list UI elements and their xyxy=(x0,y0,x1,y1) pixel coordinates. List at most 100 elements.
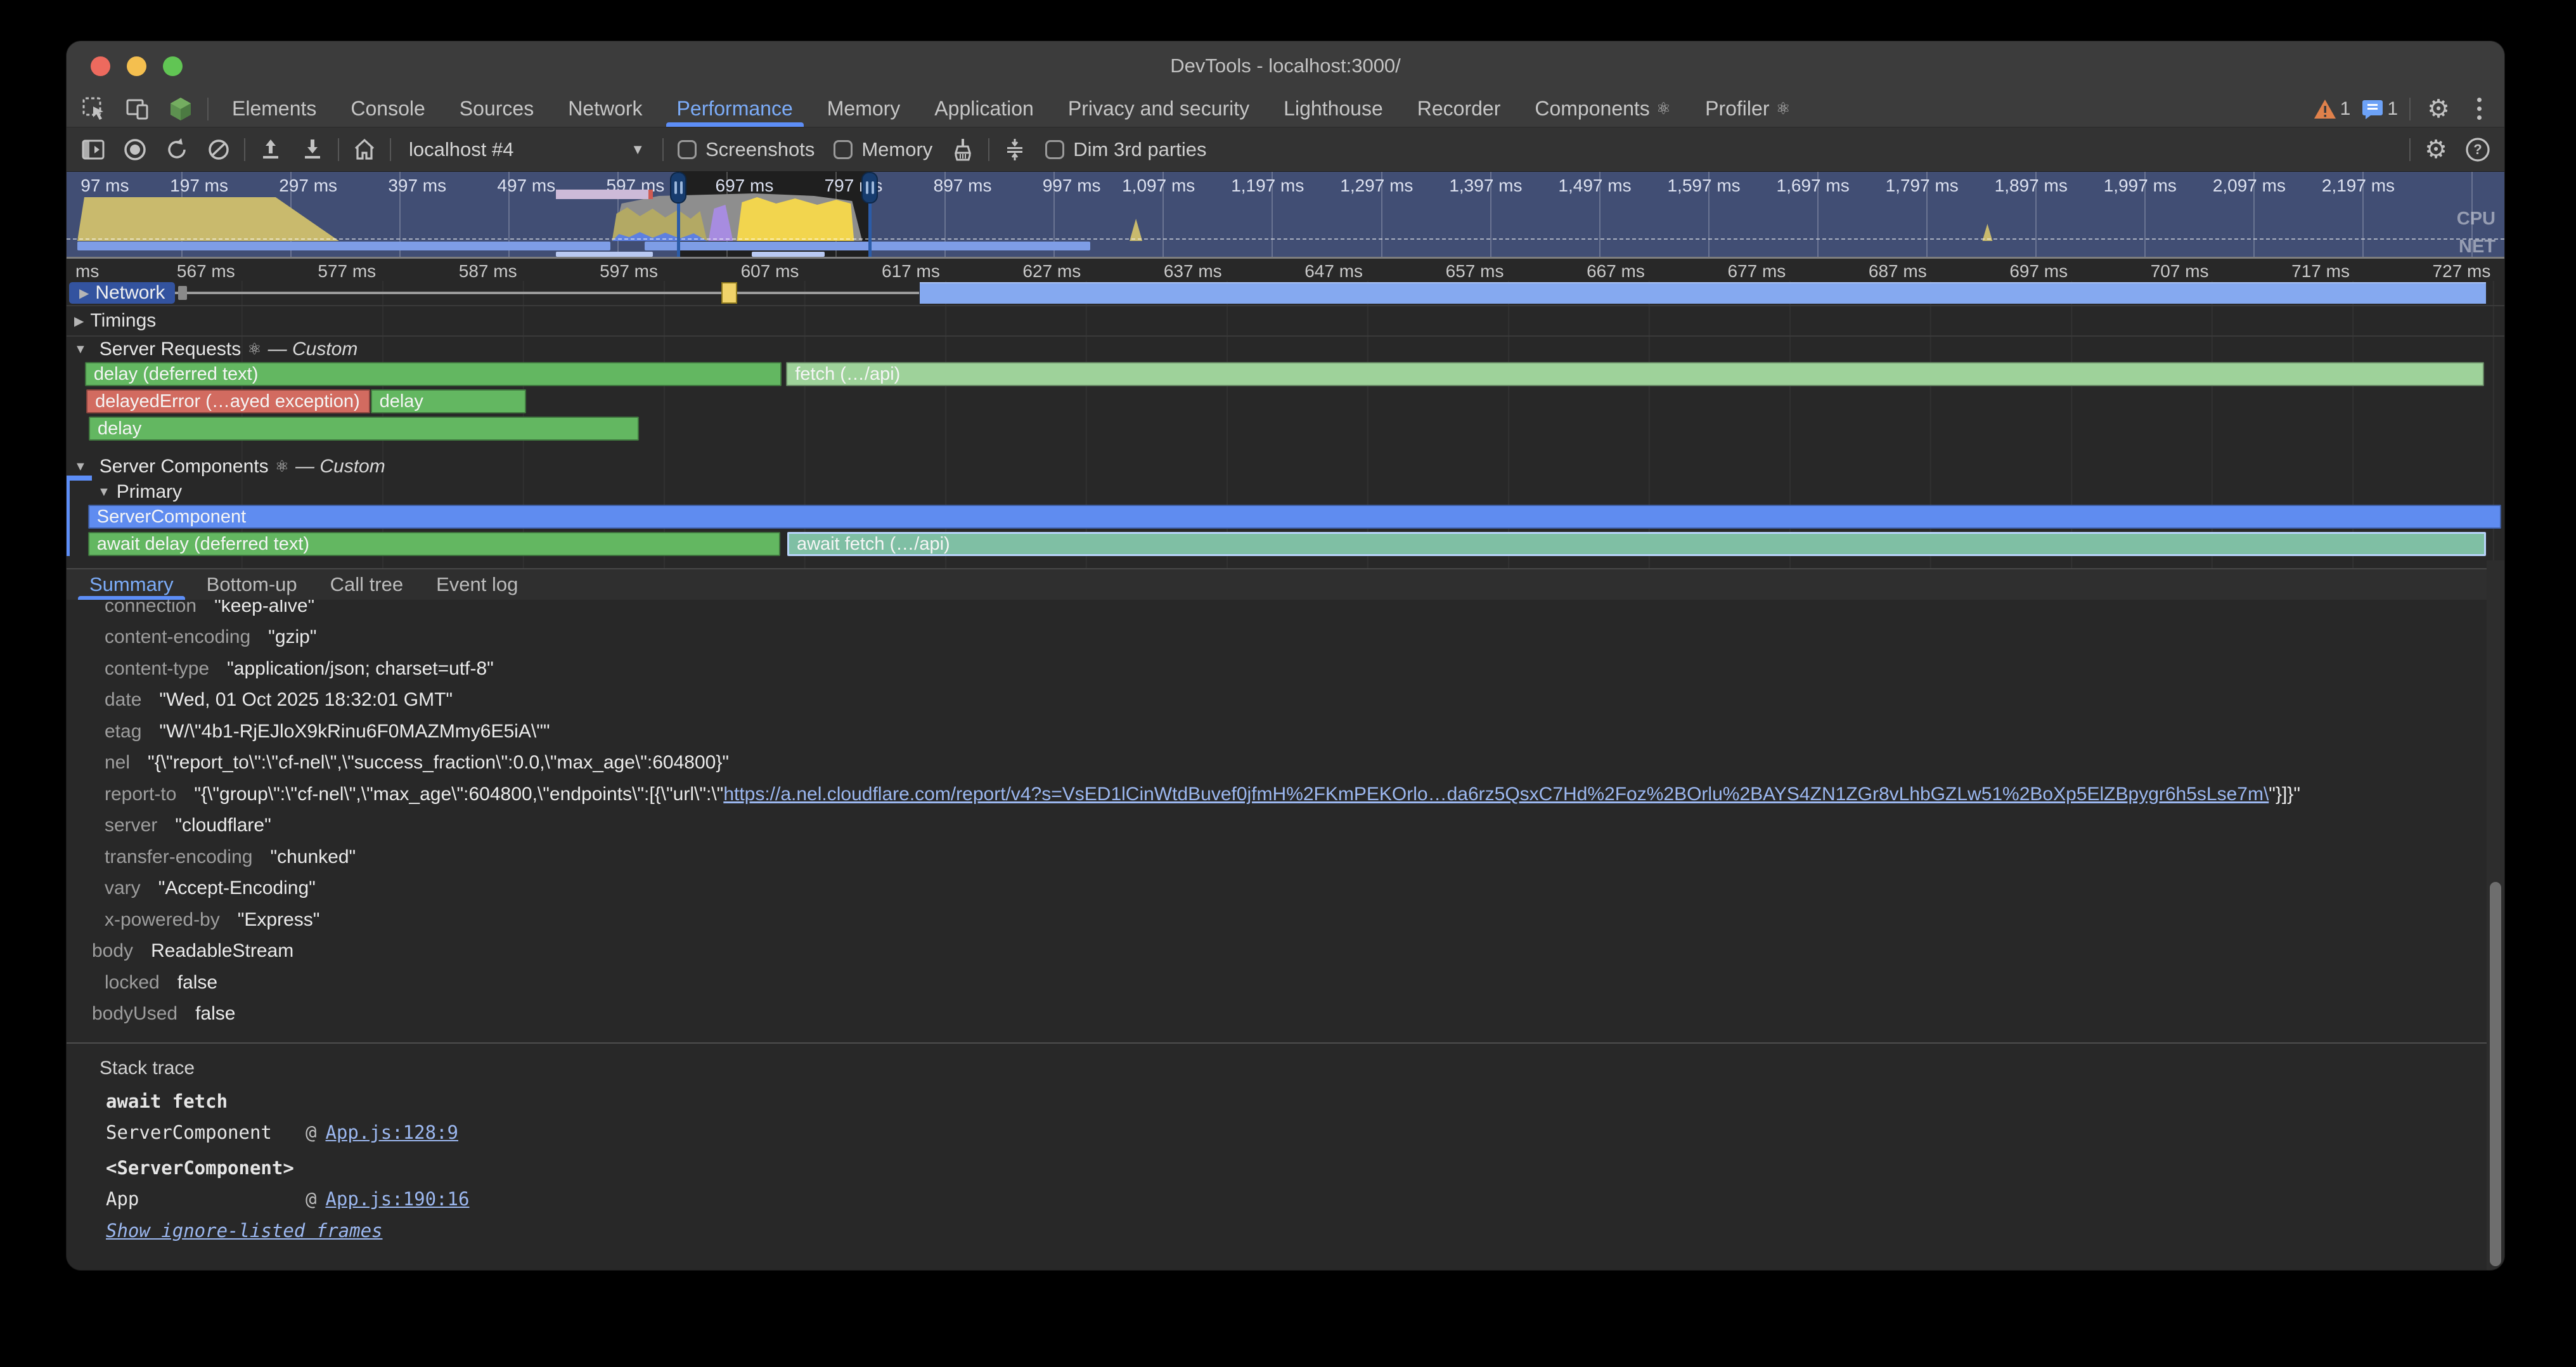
server-components-header[interactable]: ▼ Server Components ⚛ — Custom xyxy=(67,454,2504,479)
atom-icon: ⚛ xyxy=(275,457,289,476)
timeline-ruler[interactable]: ms567 ms577 ms587 ms597 ms607 ms617 ms62… xyxy=(67,257,2504,281)
warnings-badge[interactable]: 1 xyxy=(2314,98,2351,120)
tab-label: Components xyxy=(1535,97,1649,120)
network-request-bar[interactable] xyxy=(920,282,2486,304)
history-select-value: localhost #4 xyxy=(409,138,513,161)
property-value: "{\"group\":\"cf-nel\",\"max_age\":60480… xyxy=(194,784,2300,805)
history-select[interactable]: localhost #4 ▼ xyxy=(400,138,654,161)
details-tab-summary[interactable]: Summary xyxy=(73,569,190,600)
tab-performance[interactable]: Performance xyxy=(660,91,810,127)
network-track-label[interactable]: ▶Network xyxy=(69,282,175,304)
track-highlight-tab xyxy=(67,476,92,481)
report-to-link[interactable]: https://a.nel.cloudflare.com/report/v4?s… xyxy=(723,784,2269,805)
network-track-grip[interactable] xyxy=(178,286,187,300)
tab-memory[interactable]: Memory xyxy=(810,91,918,127)
issues-badge[interactable]: 1 xyxy=(2362,98,2398,120)
property-name: transfer-encoding xyxy=(105,846,252,868)
flame-bar[interactable]: ServerComponent xyxy=(88,505,2501,529)
load-profile-button[interactable] xyxy=(254,134,287,165)
vue-devtools-extension-icon[interactable] xyxy=(164,94,197,124)
settings-gear-icon[interactable]: ⚙ xyxy=(2422,94,2455,124)
flame-bar[interactable]: delay (deferred text) xyxy=(85,362,782,386)
tab-sources[interactable]: Sources xyxy=(442,91,551,127)
atom-icon: ⚛ xyxy=(247,340,261,359)
dim-3rd-parties-checkbox[interactable]: Dim 3rd parties xyxy=(1040,138,1211,161)
flame-bar[interactable]: fetch (…/api) xyxy=(786,362,2484,386)
flame-bar[interactable]: delayedError (…ayed exception) xyxy=(86,389,370,413)
memory-checkbox-box[interactable] xyxy=(834,140,853,159)
flame-bar[interactable]: delay xyxy=(371,389,526,413)
record-button[interactable] xyxy=(119,134,151,165)
memory-checkbox[interactable]: Memory xyxy=(828,138,937,161)
tab-recorder[interactable]: Recorder xyxy=(1400,91,1518,127)
custom-track-suffix: — Custom xyxy=(268,339,358,360)
network-track[interactable]: ▶Network xyxy=(67,281,2504,305)
ruler-tick: 667 ms xyxy=(1587,261,1651,282)
property-row: report-to"{\"group\":\"cf-nel\",\"max_ag… xyxy=(67,779,2504,810)
tab-components[interactable]: Components⚛ xyxy=(1517,91,1688,127)
stack-frame-source-link[interactable]: App.js:190:16 xyxy=(325,1188,469,1210)
close-window-button[interactable] xyxy=(91,56,110,76)
tab-lighthouse[interactable]: Lighthouse xyxy=(1266,91,1400,127)
details-tab-call-tree[interactable]: Call tree xyxy=(314,569,420,600)
summary-properties: connection"keep-alive"content-encoding"g… xyxy=(67,600,2504,1042)
stack-frame-source-link[interactable]: App.js:128:9 xyxy=(325,1122,458,1143)
flame-bar[interactable]: await fetch (…/api) xyxy=(787,532,2486,556)
help-icon[interactable]: ? xyxy=(2461,134,2494,165)
selection-handle-right[interactable] xyxy=(861,172,878,204)
collapse-sections-icon[interactable] xyxy=(998,134,1031,165)
home-button[interactable] xyxy=(348,134,381,165)
property-name: nel xyxy=(105,752,130,774)
server-requests-header[interactable]: ▼ Server Requests ⚛ — Custom xyxy=(67,337,2504,362)
capture-settings-gear-icon[interactable]: ⚙ xyxy=(2419,134,2452,165)
tab-network[interactable]: Network xyxy=(551,91,659,127)
devtools-tabbar: ElementsConsole Sources NetworkPerformance… xyxy=(67,91,2504,127)
device-toolbar-icon[interactable] xyxy=(121,94,154,124)
show-ignore-listed-frames-link[interactable]: Show ignore-listed frames xyxy=(106,1220,383,1241)
property-row: etag"W/\"4b1-RjEJloX9kRinu6F0MAZMmy6E5iA… xyxy=(67,716,2504,748)
primary-subtrack-header[interactable]: ▼Primary xyxy=(70,479,2504,505)
stack-frame: App@App.js:190:16 xyxy=(67,1184,2504,1215)
details-tab-bottom-up[interactable]: Bottom-up xyxy=(190,569,314,600)
tab-elements[interactable]: Elements xyxy=(215,91,333,127)
dim-3rd-parties-checkbox-box[interactable] xyxy=(1045,140,1064,159)
garbage-collect-icon[interactable] xyxy=(946,134,979,165)
property-row: bodyUsedfalse xyxy=(67,999,2504,1030)
scrollbar-thumb[interactable] xyxy=(2490,882,2501,1266)
toggle-sidebar-icon[interactable] xyxy=(77,134,110,165)
tab-privacy-and-security[interactable]: Privacy and security xyxy=(1051,91,1266,127)
screenshots-checkbox[interactable]: Screenshots xyxy=(673,138,820,161)
property-value: "gzip" xyxy=(268,626,316,648)
property-value: "Accept-Encoding" xyxy=(158,878,316,899)
stack-trace-title: Stack trace xyxy=(67,1055,2504,1082)
tab-application[interactable]: Application xyxy=(917,91,1051,127)
screenshots-checkbox-box[interactable] xyxy=(678,140,697,159)
more-options-kebab-icon[interactable] xyxy=(2466,94,2492,124)
network-request-chip[interactable] xyxy=(721,282,737,304)
tab-label: Sources xyxy=(460,97,534,120)
tab-label: Recorder xyxy=(1417,97,1501,120)
record-and-reload-button[interactable] xyxy=(160,134,193,165)
tab-label: Profiler xyxy=(1705,97,1769,120)
selection-handle-left[interactable] xyxy=(670,172,686,204)
cpu-label: CPU xyxy=(2457,209,2496,230)
save-profile-button[interactable] xyxy=(296,134,329,165)
inspect-element-icon[interactable] xyxy=(78,94,111,124)
performance-toolbar: localhost #4 ▼ Screenshots Memory Dim 3r… xyxy=(67,127,2504,172)
flame-bar[interactable]: delay xyxy=(89,417,639,441)
property-value: "keep-alive" xyxy=(214,600,314,617)
collapse-triangle-icon: ▼ xyxy=(74,460,87,474)
tab-console[interactable]: Console xyxy=(333,91,442,127)
overview-network-bar xyxy=(556,252,654,257)
tab-profiler[interactable]: Profiler⚛ xyxy=(1688,91,1808,127)
devtools-window: DevTools - localhost:3000/ ElementsConso… xyxy=(66,41,2505,1271)
flame-bar[interactable]: await delay (deferred text) xyxy=(88,532,780,556)
details-tab-event-log[interactable]: Event log xyxy=(420,569,534,600)
maximize-window-button[interactable] xyxy=(163,56,183,76)
timeline-overview[interactable]: 97 ms197 ms297 ms397 ms497 ms597 ms697 m… xyxy=(67,172,2504,257)
clear-recording-button[interactable] xyxy=(202,134,235,165)
net-label: NET xyxy=(2459,236,2496,257)
minimize-window-button[interactable] xyxy=(127,56,146,76)
timings-track[interactable]: ▶Timings xyxy=(67,306,2504,335)
ruler-tick: 727 ms xyxy=(2433,261,2497,282)
